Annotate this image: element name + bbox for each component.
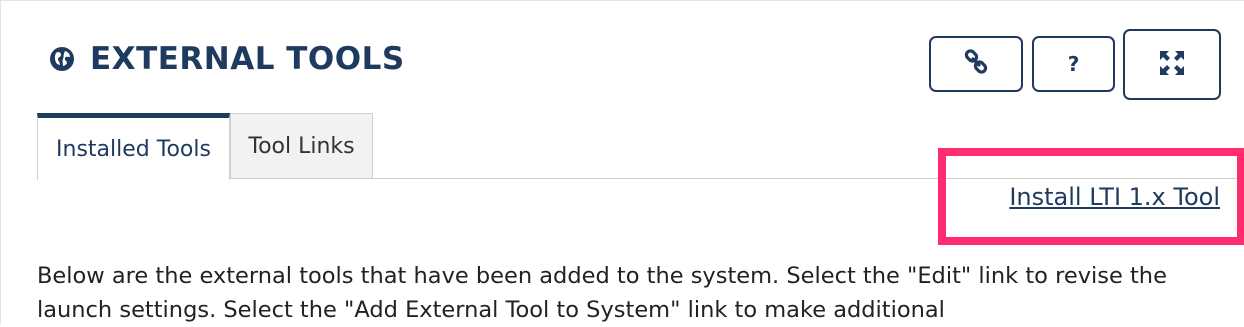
page-header: EXTERNAL TOOLS [48, 41, 405, 77]
tab-label: Tool Links [248, 133, 355, 159]
tab-installed-tools[interactable]: Installed Tools [37, 113, 230, 180]
link-icon [963, 49, 989, 79]
expand-button[interactable] [1123, 29, 1221, 100]
help-icon: ? [1067, 52, 1080, 76]
link-button[interactable] [929, 36, 1023, 92]
install-lti-tool-link[interactable]: Install LTI 1.x Tool [1009, 183, 1220, 211]
help-button[interactable]: ? [1032, 36, 1115, 92]
page-title: EXTERNAL TOOLS [90, 41, 405, 77]
tab-label: Installed Tools [56, 136, 211, 162]
description-text: Below are the external tools that have b… [37, 263, 1167, 323]
expand-icon [1158, 49, 1186, 81]
external-tools-panel: EXTERNAL TOOLS ? Installed Tools Tool Li… [0, 0, 1244, 324]
globe-icon [48, 45, 76, 73]
tab-tool-links[interactable]: Tool Links [230, 113, 373, 179]
